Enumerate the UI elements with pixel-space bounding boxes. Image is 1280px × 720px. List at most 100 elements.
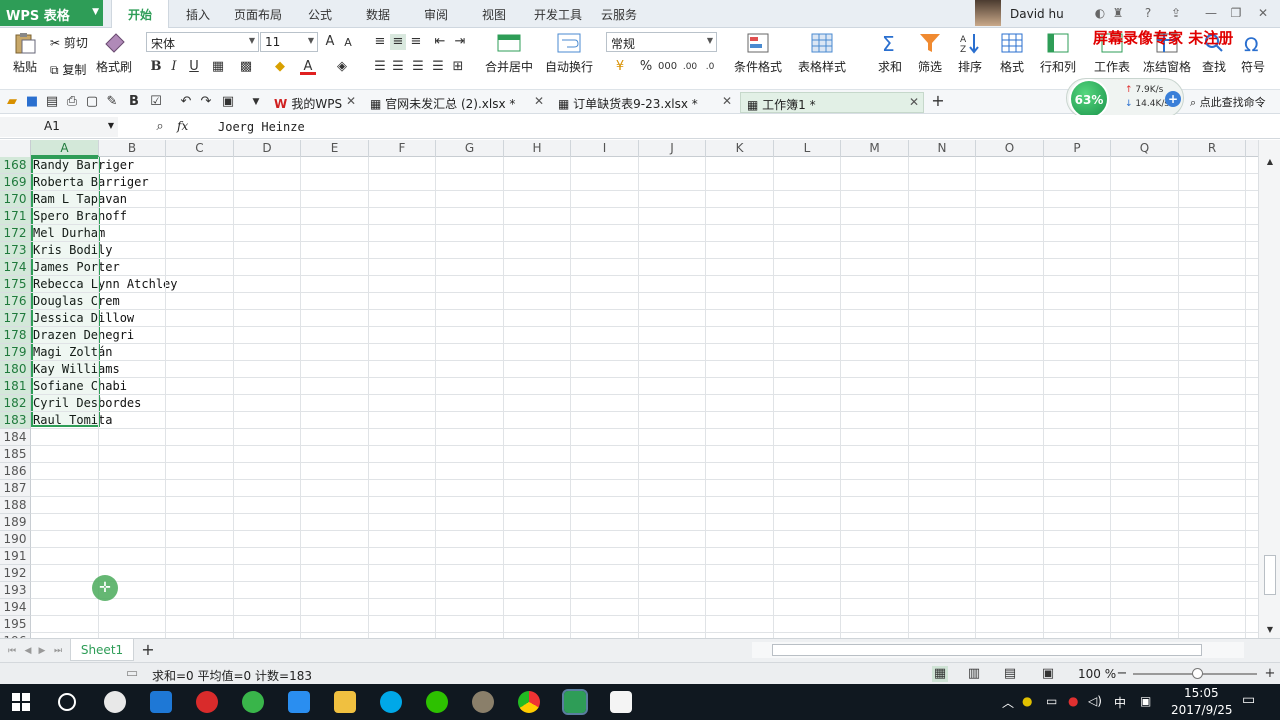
export-pdf-icon[interactable]: ▤: [44, 94, 60, 110]
italic-button[interactable]: I: [166, 59, 182, 75]
column-header-g[interactable]: G: [436, 140, 504, 157]
horizontal-scrollbar[interactable]: [752, 642, 1244, 658]
align-bottom-icon[interactable]: ≡: [408, 34, 424, 50]
user-name[interactable]: David hu: [1010, 7, 1064, 21]
column-header-o[interactable]: O: [976, 140, 1044, 157]
clipboard-icon[interactable]: ▣: [220, 94, 236, 110]
tab-data[interactable]: 数据: [358, 0, 398, 28]
increase-decimal-icon[interactable]: .00: [682, 59, 698, 75]
align-top-icon[interactable]: ≡: [372, 34, 388, 50]
column-header-q[interactable]: Q: [1111, 140, 1179, 157]
ime-indicator[interactable]: 中: [1114, 694, 1126, 711]
column-header-h[interactable]: H: [504, 140, 571, 157]
tab-view[interactable]: 视图: [474, 0, 514, 28]
row-header[interactable]: 188: [0, 497, 31, 514]
tab-formula[interactable]: 公式: [300, 0, 340, 28]
format-button[interactable]: 格式: [994, 32, 1030, 75]
merge-center-button[interactable]: 合并居中: [478, 32, 540, 75]
foxmail-icon[interactable]: [196, 691, 218, 713]
clock-time[interactable]: 15:05: [1184, 686, 1219, 700]
row-header[interactable]: 169: [0, 174, 31, 191]
restore-icon[interactable]: ❐: [1228, 5, 1244, 21]
network-icon[interactable]: ▭: [1046, 694, 1057, 708]
avatar[interactable]: [975, 0, 1001, 26]
align-center-icon[interactable]: ☰: [390, 59, 406, 75]
zoom-level[interactable]: 100 %: [1078, 667, 1116, 681]
filter-button[interactable]: 筛选: [912, 32, 948, 75]
column-header-b[interactable]: B: [99, 140, 166, 157]
last-sheet-icon[interactable]: ⏭: [50, 643, 66, 659]
qq-icon[interactable]: [104, 691, 126, 713]
open-folder-icon[interactable]: ▰: [4, 94, 20, 110]
row-header[interactable]: 182: [0, 395, 31, 412]
conditional-format-button[interactable]: 条件格式: [728, 32, 788, 75]
close-icon[interactable]: ✕: [534, 94, 544, 108]
close-icon[interactable]: ✕: [722, 94, 732, 108]
align-right-icon[interactable]: ☰: [410, 59, 426, 75]
ime-tool-icon[interactable]: ▣: [1140, 694, 1151, 708]
row-header[interactable]: 192: [0, 565, 31, 582]
reading-mode-icon[interactable]: ▤: [1002, 666, 1018, 682]
tab-doc-workbook1[interactable]: ▦ 工作簿1 * ✕: [740, 92, 924, 113]
tab-my-wps[interactable]: W 我的WPS ✕: [268, 92, 360, 113]
font-shrink-icon[interactable]: A: [340, 35, 356, 51]
underline-button[interactable]: U: [186, 59, 202, 75]
windows-start-icon[interactable]: [12, 693, 30, 711]
format-painter-button[interactable]: 格式刷: [96, 32, 132, 75]
minimize-icon[interactable]: —: [1203, 5, 1219, 21]
app-menu-button[interactable]: WPS 表格 ▼: [0, 0, 103, 26]
redo-icon[interactable]: ↷: [198, 94, 214, 110]
indent-decrease-icon[interactable]: ⇤: [432, 34, 448, 50]
row-header[interactable]: 170: [0, 191, 31, 208]
cortana-icon[interactable]: [58, 693, 76, 711]
decrease-decimal-icon[interactable]: .0: [702, 59, 718, 75]
wps-spreadsheet-icon[interactable]: [562, 689, 588, 715]
scroll-down-icon[interactable]: ▼: [1262, 622, 1278, 638]
skin-icon[interactable]: ◐: [1092, 5, 1108, 21]
fill-color-icon[interactable]: ◆: [272, 59, 288, 75]
close-icon[interactable]: ✕: [1255, 5, 1271, 21]
shirt-icon[interactable]: ♜: [1110, 5, 1126, 21]
border-icon[interactable]: ▦: [210, 59, 226, 75]
indent-increase-icon[interactable]: ⇥: [452, 34, 468, 50]
tray-chevron-icon[interactable]: ︿: [1002, 694, 1014, 711]
file-explorer-icon[interactable]: [334, 691, 356, 713]
row-header[interactable]: 172: [0, 225, 31, 242]
tab-cloud[interactable]: 云服务: [598, 0, 640, 28]
row-header[interactable]: 193: [0, 582, 31, 599]
help-icon[interactable]: ?: [1140, 5, 1156, 21]
print-icon[interactable]: ⎙: [64, 94, 80, 110]
next-sheet-icon[interactable]: ▶: [34, 643, 50, 659]
edge-icon[interactable]: [150, 691, 172, 713]
column-header-n[interactable]: N: [909, 140, 976, 157]
row-header[interactable]: 191: [0, 548, 31, 565]
paste-button[interactable]: 粘贴: [8, 32, 42, 75]
select-all-corner[interactable]: [0, 140, 31, 157]
clear-format-icon[interactable]: ◈: [334, 59, 350, 75]
qq-tray-icon[interactable]: ●: [1068, 694, 1078, 708]
bold-icon[interactable]: B: [126, 94, 142, 110]
tab-developer[interactable]: 开发工具: [530, 0, 586, 28]
brush-icon[interactable]: ✎: [104, 94, 120, 110]
column-header-f[interactable]: F: [369, 140, 436, 157]
row-header[interactable]: 185: [0, 446, 31, 463]
undo-icon[interactable]: ↶: [178, 94, 194, 110]
row-header[interactable]: 177: [0, 310, 31, 327]
row-header[interactable]: 186: [0, 463, 31, 480]
thousands-icon[interactable]: 000: [658, 59, 677, 75]
plus-icon[interactable]: +: [1165, 91, 1181, 107]
column-header-e[interactable]: E: [301, 140, 369, 157]
tab-doc-order[interactable]: ▦ 订单缺货表9-23.xlsx * ✕: [552, 92, 736, 113]
check-icon[interactable]: ☑: [148, 94, 164, 110]
browser-360-icon[interactable]: [242, 691, 264, 713]
wrap-text-button[interactable]: 自动换行: [544, 32, 594, 75]
row-header[interactable]: 195: [0, 616, 31, 633]
column-header-m[interactable]: M: [841, 140, 909, 157]
row-header[interactable]: 179: [0, 344, 31, 361]
add-sheet-icon[interactable]: +: [140, 642, 156, 658]
notification-icon[interactable]: ▭: [1242, 692, 1255, 708]
column-header-c[interactable]: C: [166, 140, 234, 157]
row-header[interactable]: 178: [0, 327, 31, 344]
close-icon[interactable]: ✕: [346, 94, 356, 108]
zoom-in-icon[interactable]: +: [1262, 666, 1278, 682]
